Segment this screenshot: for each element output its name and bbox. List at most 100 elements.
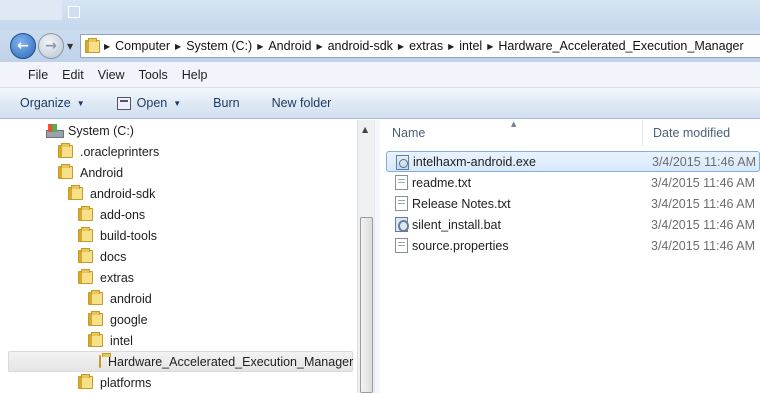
- file-date: 3/4/2015 11:46 AM: [651, 175, 756, 190]
- column-name-label: Name: [392, 126, 426, 140]
- window-corner: [0, 0, 62, 20]
- drive-icon: [46, 123, 64, 138]
- menu-tools[interactable]: Tools: [133, 68, 174, 82]
- file-name: intelhaxm-android.exe: [413, 154, 536, 169]
- recent-pages-dropdown[interactable]: ▼: [67, 42, 73, 51]
- tree-item-platforms[interactable]: platforms: [78, 372, 151, 393]
- tree-item-label: System (C:): [68, 123, 134, 138]
- organize-label: Organize: [20, 96, 71, 110]
- scroll-up-icon[interactable]: ▲: [362, 125, 368, 134]
- file-row-silent-install[interactable]: silent_install.bat 3/4/2015 11:46 AM: [386, 214, 760, 235]
- tree-item-haxm[interactable]: Hardware_Accelerated_Execution_Manager: [8, 351, 353, 372]
- tree-scrollbar[interactable]: ▲: [357, 120, 374, 393]
- column-header-name[interactable]: Name: [392, 120, 642, 146]
- tree-item-android-sdk[interactable]: android-sdk: [68, 183, 155, 204]
- file-row-release-notes[interactable]: Release Notes.txt 3/4/2015 11:46 AM: [386, 193, 760, 214]
- text-file-icon: [395, 175, 408, 190]
- breadcrumb-computer[interactable]: Computer: [110, 39, 175, 53]
- tree-item-label: intel: [110, 333, 133, 348]
- folder-icon: [99, 353, 111, 368]
- tree-item-intel[interactable]: intel: [88, 330, 133, 351]
- text-file-icon: [395, 196, 408, 211]
- folder-icon: [78, 269, 93, 284]
- tree-item-android[interactable]: Android: [58, 162, 123, 183]
- folder-icon: [88, 332, 103, 347]
- folder-icon: [78, 248, 93, 263]
- folder-icon: [58, 164, 73, 179]
- organize-button[interactable]: Organize ▼: [20, 96, 85, 110]
- breadcrumb-system-c[interactable]: System (C:): [181, 39, 257, 53]
- scrollbar-thumb[interactable]: [360, 217, 373, 393]
- file-name: silent_install.bat: [412, 217, 501, 232]
- dropdown-arrow-icon: ▼: [76, 98, 85, 108]
- tree-item-build-tools[interactable]: build-tools: [78, 225, 157, 246]
- file-date: 3/4/2015 11:46 AM: [652, 154, 757, 169]
- breadcrumb-haxm[interactable]: Hardware_Accelerated_Execution_Manager: [493, 39, 748, 53]
- tree-item-label: extras: [100, 270, 135, 285]
- file-date: 3/4/2015 11:46 AM: [651, 238, 756, 253]
- dropdown-arrow-icon: ▼: [173, 98, 182, 108]
- sort-ascending-icon: ▲: [511, 120, 517, 128]
- tree-item-android-extras[interactable]: android: [88, 288, 152, 309]
- open-button[interactable]: Open ▼: [116, 96, 182, 110]
- folder-icon: [58, 143, 73, 158]
- back-arrow-icon: ←: [17, 38, 29, 54]
- new-folder-button[interactable]: New folder: [272, 96, 332, 110]
- tree-item-label: Android: [80, 165, 124, 180]
- tree-item-add-ons[interactable]: add-ons: [78, 204, 145, 225]
- tree-item-label: google: [110, 312, 148, 327]
- tree-item-system-c[interactable]: System (C:): [46, 120, 134, 141]
- open-icon: [116, 96, 131, 110]
- new-folder-label: New folder: [271, 96, 332, 110]
- file-date: 3/4/2015 11:46 AM: [651, 196, 756, 211]
- batch-file-icon: [395, 217, 409, 232]
- menu-help[interactable]: Help: [176, 68, 214, 82]
- column-header-date[interactable]: Date modified: [653, 120, 760, 146]
- menu-file[interactable]: File: [22, 68, 54, 82]
- menu-edit[interactable]: Edit: [56, 68, 90, 82]
- burn-label: Burn: [213, 96, 240, 110]
- burn-button[interactable]: Burn: [213, 96, 239, 110]
- file-row-intelhaxm[interactable]: intelhaxm-android.exe 3/4/2015 11:46 AM: [386, 151, 760, 172]
- tree-item-docs[interactable]: docs: [78, 246, 126, 267]
- tree-item-oracleprinters[interactable]: .oracleprinters: [58, 141, 159, 162]
- column-date-label: Date modified: [653, 126, 731, 140]
- tree-item-label: add-ons: [100, 207, 146, 222]
- window-mark: [68, 6, 80, 18]
- folder-icon: [85, 37, 100, 53]
- command-bar: Organize ▼ Open ▼ Burn New folder: [0, 88, 760, 119]
- file-name: readme.txt: [412, 175, 472, 190]
- folder-icon: [78, 374, 93, 389]
- tree-item-label: docs: [100, 249, 127, 264]
- breadcrumb-android[interactable]: Android: [263, 39, 316, 53]
- file-name: source.properties: [412, 238, 509, 253]
- address-bar[interactable]: ▶ Computer ▶ System (C:) ▶ Android ▶ and…: [80, 34, 760, 58]
- breadcrumb-intel[interactable]: intel: [454, 39, 487, 53]
- folder-icon: [78, 227, 93, 242]
- tree-item-label: platforms: [100, 375, 152, 390]
- forward-arrow-icon: →: [45, 38, 57, 54]
- navigation-tree: System (C:) .oracleprinters Android andr…: [0, 120, 357, 393]
- navigation-bar: ← → ▼ ▶ Computer ▶ System (C:) ▶ Android…: [0, 30, 760, 62]
- folder-icon: [88, 290, 103, 305]
- back-button[interactable]: ←: [10, 33, 36, 59]
- forward-button[interactable]: →: [38, 33, 64, 59]
- tree-item-extras[interactable]: extras: [78, 267, 134, 288]
- breadcrumb-extras[interactable]: extras: [404, 39, 448, 53]
- exe-icon: [396, 155, 409, 170]
- file-row-readme[interactable]: readme.txt 3/4/2015 11:46 AM: [386, 172, 760, 193]
- folder-icon: [68, 185, 83, 200]
- folder-icon: [78, 206, 93, 221]
- menu-view[interactable]: View: [92, 68, 131, 82]
- file-row-source-properties[interactable]: source.properties 3/4/2015 11:46 AM: [386, 235, 760, 256]
- tree-item-label: build-tools: [100, 228, 157, 243]
- column-divider[interactable]: [642, 120, 643, 146]
- breadcrumb-android-sdk[interactable]: android-sdk: [323, 39, 398, 53]
- folder-icon: [88, 311, 103, 326]
- text-file-icon: [395, 238, 408, 253]
- file-list-pane: Name ▲ Date modified intelhaxm-android.e…: [380, 120, 760, 393]
- title-bar: [0, 0, 760, 30]
- tree-item-google[interactable]: google: [88, 309, 148, 330]
- open-label: Open: [136, 96, 168, 110]
- tree-item-label: android-sdk: [90, 186, 156, 201]
